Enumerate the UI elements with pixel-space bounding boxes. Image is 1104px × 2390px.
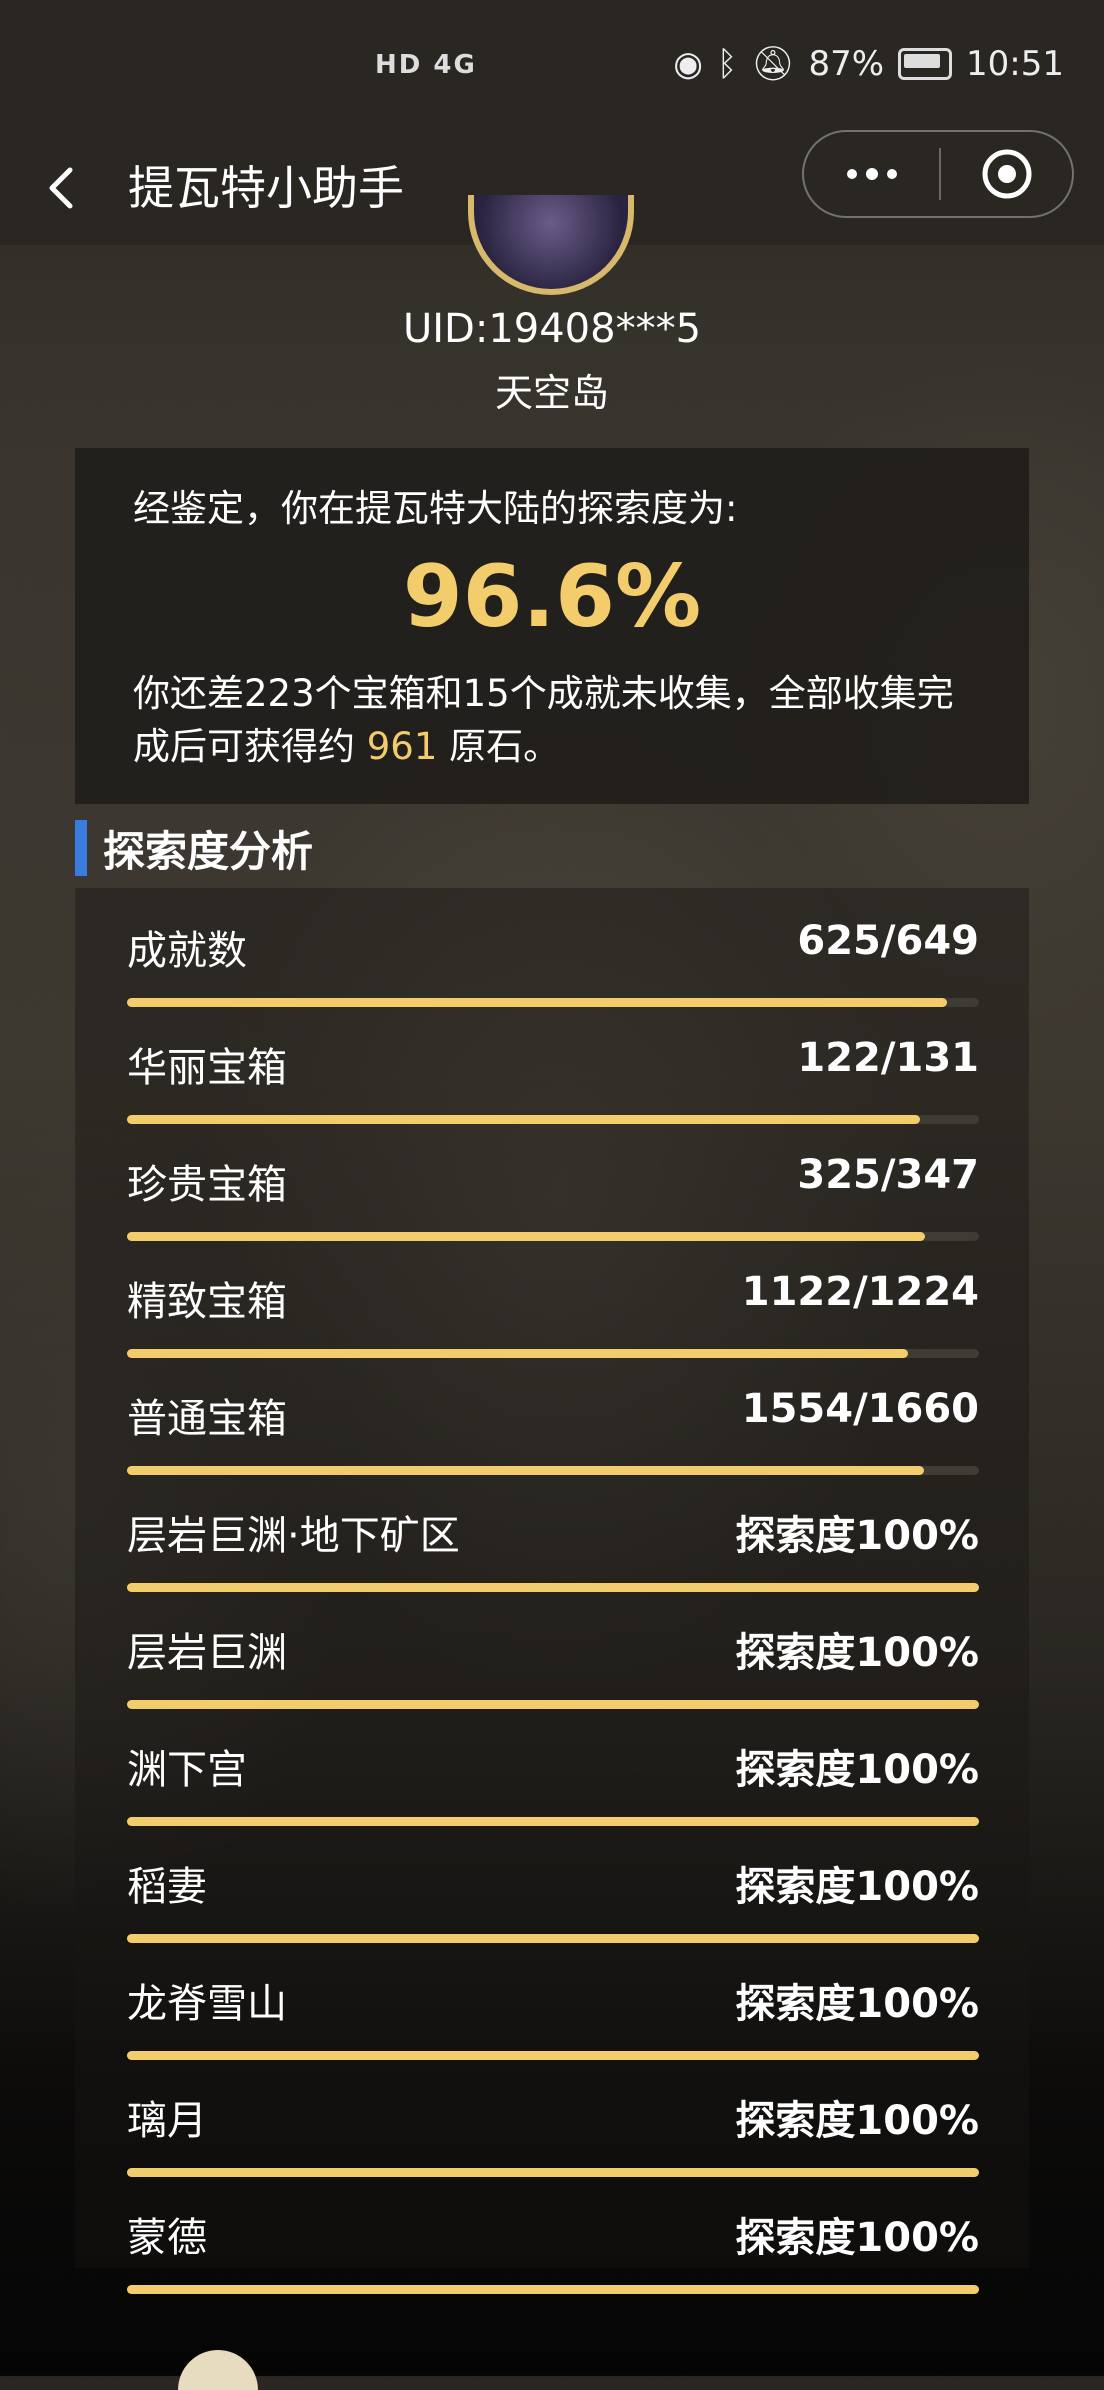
more-button[interactable]: [804, 132, 939, 216]
progress-track: [127, 1583, 979, 1592]
stat-label: 层岩巨渊: [127, 1630, 287, 1676]
stat-row: 精致宝箱 1122/1224: [127, 1261, 979, 1378]
stat-row: 渊下宫 探索度100%: [127, 1729, 979, 1846]
summary-intro: 经鉴定，你在提瓦特大陆的探索度为:: [133, 487, 738, 530]
stat-row: 龙脊雪山 探索度100%: [127, 1963, 979, 2080]
stat-row: 珍贵宝箱 325/347: [127, 1144, 979, 1261]
stat-value: 1554/1660: [741, 1386, 979, 1432]
stat-value: 探索度100%: [735, 2215, 979, 2261]
stat-row: 蒙德 探索度100%: [127, 2197, 979, 2314]
network-indicator: HD 4G: [375, 50, 477, 80]
exploration-percent: 96.6%: [402, 547, 702, 647]
stat-value: 探索度100%: [735, 1747, 979, 1793]
server-name: 天空岛: [494, 371, 609, 415]
stat-label: 华丽宝箱: [127, 1045, 287, 1091]
stat-label: 稻妻: [127, 1864, 207, 1910]
stat-value: 625/649: [797, 918, 979, 964]
stat-label: 层岩巨渊·地下矿区: [127, 1513, 460, 1559]
stat-label: 成就数: [127, 928, 247, 974]
stat-label: 蒙德: [127, 2215, 207, 2261]
stat-value: 1122/1224: [741, 1269, 979, 1315]
progress-fill: [127, 2051, 979, 2060]
stat-label: 璃月: [127, 2098, 207, 2144]
progress-fill: [127, 1934, 979, 1943]
progress-fill: [127, 2285, 979, 2294]
battery-percent: 87%: [808, 44, 885, 84]
progress-fill: [127, 2168, 979, 2177]
progress-track: [127, 1349, 979, 1358]
stat-row: 稻妻 探索度100%: [127, 1846, 979, 1963]
page-title: 提瓦特小助手: [128, 161, 404, 215]
section-title: 探索度分析: [103, 826, 314, 876]
stat-label: 渊下宫: [127, 1747, 247, 1793]
progress-track: [127, 2285, 979, 2294]
stat-label: 普通宝箱: [127, 1396, 287, 1442]
stat-value: 探索度100%: [735, 1864, 979, 1910]
progress-fill: [127, 1583, 979, 1592]
stats-list: 成就数 625/649 华丽宝箱 122/131 珍贵宝箱 325/347 精致宝箱 1122…: [75, 888, 1029, 2294]
eye-icon: ◉: [673, 44, 703, 84]
stat-row: 成就数 625/649: [127, 910, 979, 1027]
stat-row: 层岩巨渊·地下矿区 探索度100%: [127, 1495, 979, 1612]
progress-track: [127, 1934, 979, 1943]
stat-value: 122/131: [797, 1035, 979, 1081]
status-bar: HD 4G ◉ ᛒ 🔕︎ 87% 10:51: [0, 0, 1104, 130]
progress-track: [127, 998, 979, 1007]
stat-value: 探索度100%: [735, 2098, 979, 2144]
mini-program-capsule: [802, 130, 1074, 218]
progress-fill: [127, 1349, 909, 1358]
progress-fill: [127, 1700, 979, 1709]
more-dots-icon: [846, 168, 897, 180]
stat-row: 华丽宝箱 122/131: [127, 1027, 979, 1144]
section-accent-bar: [75, 820, 87, 876]
bottom-avatar: [178, 2350, 258, 2390]
battery-icon: [898, 48, 953, 80]
stat-value: 探索度100%: [735, 1981, 979, 2027]
progress-track: [127, 1700, 979, 1709]
exploration-summary: 经鉴定，你在提瓦特大陆的探索度为: 96.6% 你还差223个宝箱和15个成就未…: [75, 448, 1029, 804]
stat-row: 层岩巨渊 探索度100%: [127, 1612, 979, 1729]
remaining-suffix: 原石。: [449, 725, 561, 769]
status-right-group: ◉ ᛒ 🔕︎ 87% 10:51: [673, 44, 1064, 84]
progress-track: [127, 1232, 979, 1241]
mute-bell-icon: 🔕︎: [751, 44, 795, 84]
clock: 10:51: [966, 44, 1064, 84]
stat-row: 普通宝箱 1554/1660: [127, 1378, 979, 1495]
user-uid: UID:19408***5: [402, 306, 702, 352]
stat-value: 325/347: [797, 1152, 979, 1198]
summary-remaining: 你还差223个宝箱和15个成就未收集，全部收集完成后可获得约 961 原石。: [133, 667, 971, 774]
bluetooth-icon: ᛒ: [716, 44, 738, 84]
primogem-count: 961: [366, 725, 438, 769]
target-circle-icon: [982, 149, 1031, 199]
progress-fill: [127, 1232, 926, 1241]
progress-fill: [127, 1817, 979, 1826]
stat-value: 探索度100%: [735, 1513, 979, 1559]
progress-track: [127, 1466, 979, 1475]
progress-track: [127, 2051, 979, 2060]
stat-row: 璃月 探索度100%: [127, 2080, 979, 2197]
progress-fill: [127, 1466, 925, 1475]
back-arrow-icon[interactable]: [40, 150, 100, 220]
stat-label: 精致宝箱: [127, 1279, 287, 1325]
section-header: 探索度分析: [75, 818, 313, 878]
progress-fill: [127, 998, 948, 1007]
stat-label: 龙脊雪山: [127, 1981, 287, 2027]
progress-track: [127, 1115, 979, 1124]
stat-label: 珍贵宝箱: [127, 1162, 287, 1208]
progress-track: [127, 2168, 979, 2177]
progress-track: [127, 1817, 979, 1826]
close-button[interactable]: [941, 132, 1072, 216]
stat-value: 探索度100%: [735, 1630, 979, 1676]
avatar: [468, 195, 634, 295]
progress-fill: [127, 1115, 921, 1124]
